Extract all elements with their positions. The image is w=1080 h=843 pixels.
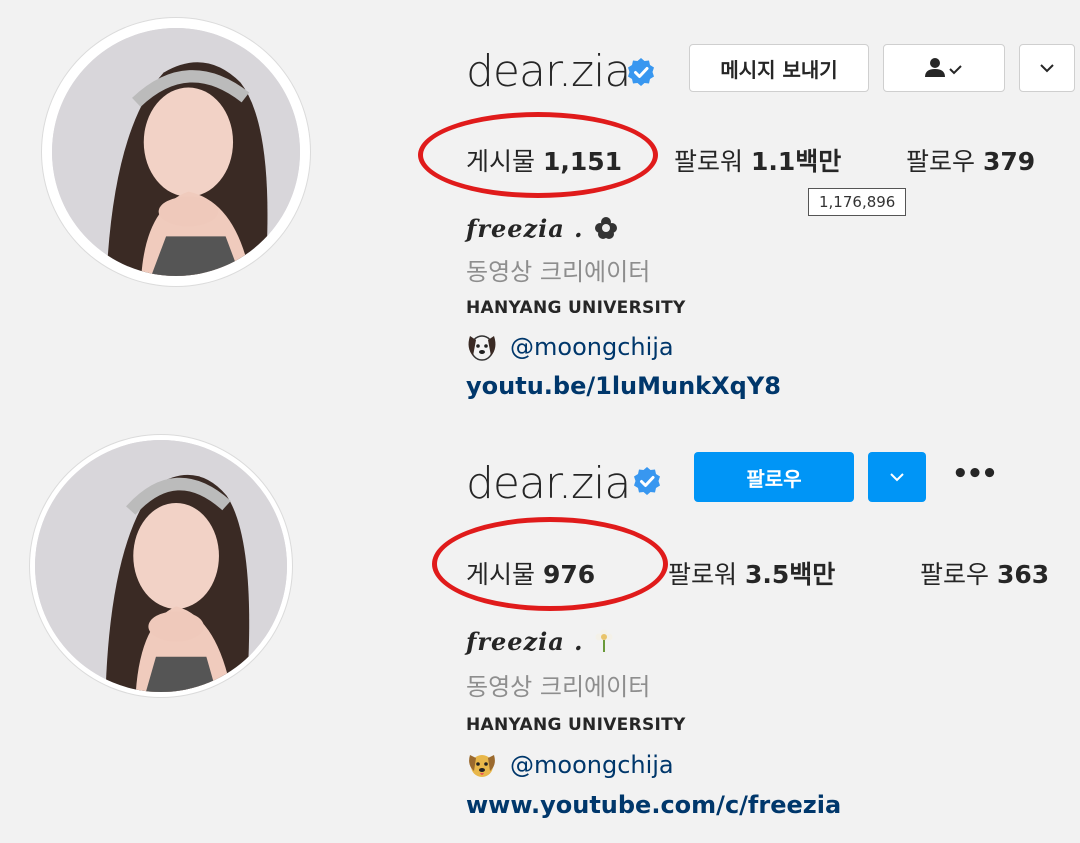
following-value: 363 [996,560,1050,589]
followers-exact-tooltip: 1,176,896 [808,188,907,216]
dog-face-icon [468,335,496,361]
avatar[interactable] [52,28,300,276]
profile-header-new: dear.zia 팔로우 ••• 게시물 976 팔로워 3.5백만 팔로우 3… [0,425,1080,843]
verified-badge-icon [628,58,654,86]
followers-count[interactable]: 팔로워 3.5백만 [668,555,835,591]
mention-link[interactable]: @moongchija [510,333,674,361]
followers-label: 팔로워 [668,560,738,589]
follow-button-label: 팔로우 [746,466,802,491]
follow-button[interactable]: 팔로우 [694,452,854,502]
verified-badge-icon [634,467,660,495]
full-name: freezia . [466,627,615,656]
highlight-circle-posts [418,112,658,198]
following-value: 379 [982,147,1036,176]
chevron-down-icon [890,473,904,482]
dog-face-icon [469,755,495,777]
username: dear.zia [466,46,631,97]
following-count[interactable]: 팔로우 363 [920,555,1049,591]
suggestions-dropdown-button[interactable] [1019,44,1075,92]
daisy-emoji-icon [595,629,613,652]
following-label: 팔로우 [906,147,976,176]
flower-emoji-icon [594,217,617,239]
following-label: 팔로우 [920,560,990,589]
chevron-down-icon [1040,64,1054,73]
avatar[interactable] [35,440,287,692]
avatar-photo [35,440,287,692]
full-name-text: freezia . [466,627,584,656]
followers-value: 3.5백만 [744,560,836,589]
message-button-label: 메시지 보내기 [720,57,838,82]
bio-line: HANYANG UNIVERSITY [466,715,686,735]
followers-count[interactable]: 팔로워 1.1백만 [674,142,841,178]
full-name-text: freezia . [466,214,584,243]
suggestions-dropdown-button[interactable] [868,452,926,502]
mention-link[interactable]: @moongchija [510,751,674,779]
more-options-icon[interactable]: ••• [952,459,998,489]
following-count[interactable]: 팔로우 379 [906,142,1035,178]
external-link[interactable]: youtu.be/1luMunkXqY8 [466,372,781,400]
external-link[interactable]: www.youtube.com/c/freezia [466,791,841,819]
bio-line: HANYANG UNIVERSITY [466,298,686,318]
category-label: 동영상 크리에이터 [466,673,651,701]
category-label: 동영상 크리에이터 [466,258,651,286]
avatar-photo [52,28,300,276]
highlight-circle-posts [432,517,668,611]
following-status-button[interactable] [883,44,1005,92]
mention-row: @moongchija [466,332,674,362]
followers-label: 팔로워 [674,147,744,176]
profile-header-old: dear.zia 메시지 보내기 게시물 1,151 팔로워 1.1백만 팔로우… [0,0,1080,420]
followers-value: 1.1백만 [750,147,842,176]
person-check-icon [925,58,962,77]
username: dear.zia [466,458,631,509]
mention-row: @moongchija [466,751,674,779]
message-button[interactable]: 메시지 보내기 [689,44,869,92]
full-name: freezia . [466,214,619,243]
